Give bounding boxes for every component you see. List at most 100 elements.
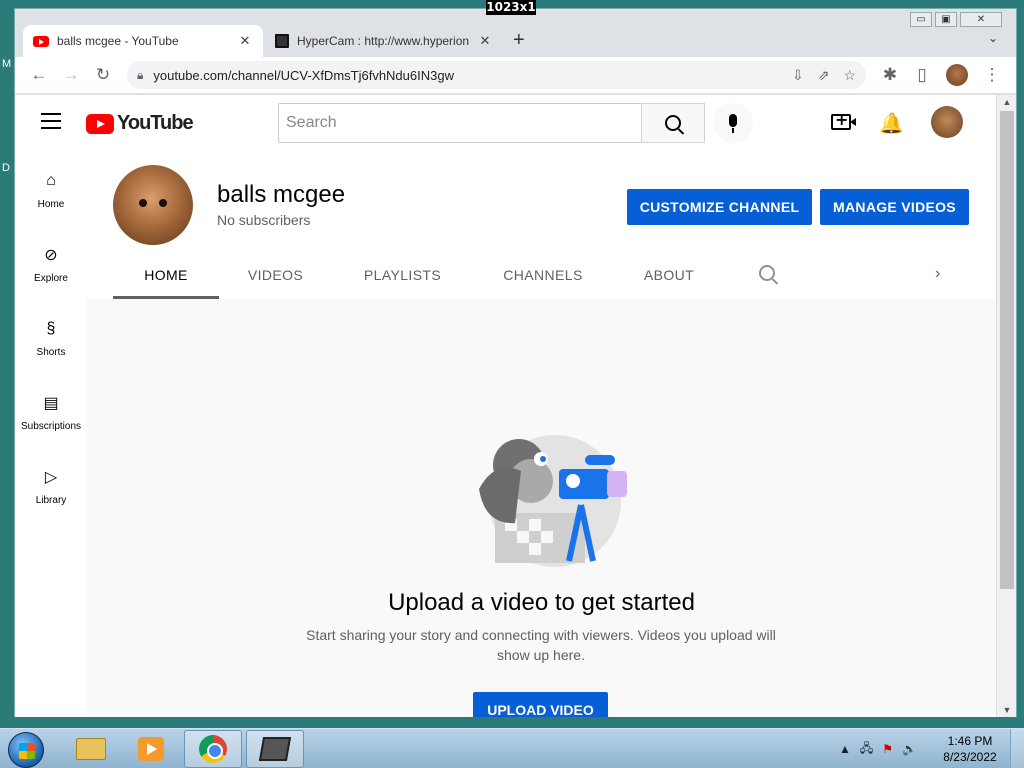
close-tab-icon[interactable]: ✕ <box>477 33 493 49</box>
taskbar-chrome[interactable] <box>184 730 242 768</box>
window-controls: ▭ ▣ ✕ <box>910 12 1002 27</box>
search-input[interactable]: Search <box>278 103 642 143</box>
home-icon: ⌂ <box>46 172 56 189</box>
hamburger-menu-icon[interactable] <box>41 113 61 134</box>
tab-youtube[interactable]: balls mcgee - YouTube ✕ <box>23 25 263 57</box>
channel-content: balls mcgee No subscribers CUSTOMIZE CHA… <box>87 151 996 717</box>
account-avatar[interactable] <box>931 106 963 138</box>
sidebar-item-label: Home <box>37 199 65 210</box>
sidebar-item-shorts[interactable]: § Shorts <box>15 299 87 373</box>
tab-search-button[interactable]: ⌄ <box>988 31 998 45</box>
youtube-play-icon <box>86 113 114 134</box>
show-desktop-button[interactable] <box>1010 729 1024 768</box>
tab-playlists[interactable]: PLAYLISTS <box>332 257 473 299</box>
clock-date: 8/23/2022 <box>943 750 997 764</box>
sidebar-item-explore[interactable]: ⊘ Explore <box>15 225 87 299</box>
channel-search-button[interactable] <box>759 265 779 285</box>
upload-video-button[interactable]: UPLOAD VIDEO <box>473 692 608 717</box>
youtube-logo[interactable]: YouTube <box>86 112 194 135</box>
reload-button[interactable]: ↻ <box>87 65 119 85</box>
youtube-page: YouTube Search 🔔 ⌂ Home ⊘ Explore § Shorts ▤ Su… <box>15 95 996 717</box>
action-center-flag-icon[interactable]: ⚑ <box>882 742 893 756</box>
search-icon <box>665 115 681 131</box>
browser-toolbar: ← → ↻ 🔒︎ youtube.com/channel/UCV-XfDmsTj… <box>15 57 1016 93</box>
sidebar-item-home[interactable]: ⌂ Home <box>15 151 87 225</box>
voice-search-button[interactable] <box>713 103 753 143</box>
folder-icon <box>76 738 106 760</box>
show-hidden-icons-icon[interactable]: ▲ <box>839 742 851 756</box>
lock-icon[interactable]: 🔒︎ <box>137 68 143 83</box>
extensions-icon[interactable]: ✱ <box>874 65 906 85</box>
empty-state-subtitle: Start sharing your story and connecting … <box>306 627 776 663</box>
desktop-glyph: D <box>2 162 10 174</box>
sidebar-item-subscriptions[interactable]: ▤ Subscriptions <box>15 373 87 447</box>
bookmark-star-icon[interactable]: ☆ <box>843 67 856 84</box>
hypercam-favicon-icon <box>275 34 289 48</box>
browser-window: ▭ ▣ ✕ balls mcgee - YouTube ✕ HyperCam :… <box>14 8 1017 717</box>
tab-videos[interactable]: VIDEOS <box>219 257 332 299</box>
scroll-down-icon[interactable]: ▼ <box>997 705 1017 715</box>
system-clock[interactable]: 1:46 PM 8/23/2022 <box>930 733 1010 765</box>
volume-icon[interactable]: 🔈 <box>902 742 917 756</box>
taskbar-media-player[interactable] <box>122 730 180 768</box>
customize-channel-button[interactable]: CUSTOMIZE CHANNEL <box>627 189 812 225</box>
taskbar-file-explorer[interactable] <box>62 730 120 768</box>
close-tab-icon[interactable]: ✕ <box>237 33 253 49</box>
close-window-button[interactable]: ✕ <box>960 12 1002 27</box>
start-button[interactable] <box>8 732 44 768</box>
sidebar-item-label: Library <box>35 495 67 506</box>
create-video-icon[interactable] <box>831 110 856 130</box>
back-button[interactable]: ← <box>23 65 55 85</box>
manage-videos-button[interactable]: MANAGE VIDEOS <box>820 189 969 225</box>
subscriptions-icon: ▤ <box>43 395 59 412</box>
address-bar[interactable]: 🔒︎ youtube.com/channel/UCV-XfDmsTj6fvhNd… <box>127 61 866 89</box>
windows-logo-icon <box>19 743 35 759</box>
subscriber-count: No subscribers <box>217 212 311 228</box>
resolution-overlay: 1023x1 <box>486 0 536 15</box>
search-icon <box>759 265 775 281</box>
side-panel-icon[interactable]: ▯ <box>906 65 938 85</box>
search-button[interactable] <box>641 103 705 143</box>
tab-strip: ▭ ▣ ✕ balls mcgee - YouTube ✕ HyperCam :… <box>15 9 1016 57</box>
media-player-icon <box>138 737 164 761</box>
tab-title: balls mcgee - YouTube <box>57 34 179 48</box>
scrollbar-thumb[interactable] <box>1000 111 1014 589</box>
new-tab-button[interactable]: + <box>513 29 525 52</box>
youtube-favicon-icon <box>33 35 49 47</box>
chevron-right-icon[interactable]: › <box>935 265 940 283</box>
logo-text: YouTube <box>117 112 194 134</box>
forward-button[interactable]: → <box>55 65 87 85</box>
tab-title: HyperCam : http://www.hyperion <box>297 34 470 48</box>
network-icon[interactable]: 🖧 <box>860 739 873 760</box>
notifications-bell-icon[interactable]: 🔔 <box>879 111 904 136</box>
tab-about[interactable]: ABOUT <box>613 257 725 299</box>
channel-header: balls mcgee No subscribers CUSTOMIZE CHA… <box>87 151 996 299</box>
sidebar-item-library[interactable]: ▷ Library <box>15 447 87 521</box>
shorts-icon: § <box>46 320 56 337</box>
library-icon: ▷ <box>44 469 58 486</box>
tab-channels[interactable]: CHANNELS <box>473 257 613 299</box>
browser-menu-icon[interactable]: ⋮ <box>976 65 1008 85</box>
chrome-icon <box>199 735 227 763</box>
explore-icon: ⊘ <box>44 247 58 264</box>
clock-time: 1:46 PM <box>947 734 993 748</box>
empty-state-title: Upload a video to get started <box>388 589 695 616</box>
channel-tabs: HOME VIDEOS PLAYLISTS CHANNELS ABOUT <box>113 257 725 299</box>
tab-hypercam[interactable]: HyperCam : http://www.hyperion ✕ <box>265 25 503 57</box>
share-icon[interactable]: ⇗ <box>818 67 830 84</box>
install-app-icon[interactable]: ⇩ <box>792 67 804 84</box>
profile-avatar[interactable] <box>946 64 968 86</box>
sidebar-item-label: Shorts <box>36 347 66 358</box>
camera-person-illustration <box>479 435 627 567</box>
scroll-up-icon[interactable]: ▲ <box>997 97 1017 107</box>
page-scrollbar[interactable]: ▲ ▼ <box>996 95 1016 717</box>
url-text[interactable]: youtube.com/channel/UCV-XfDmsTj6fvhNdu6I… <box>153 68 792 83</box>
minimize-button[interactable]: ▭ <box>910 12 932 27</box>
guide-sidebar: ⌂ Home ⊘ Explore § Shorts ▤ Subscriptions ▷ Libra… <box>15 151 87 717</box>
system-tray: ▲ 🖧 ⚑ 🔈 1:46 PM 8/23/2022 <box>839 729 1024 768</box>
tab-home[interactable]: HOME <box>113 257 219 299</box>
channel-avatar[interactable] <box>113 165 193 245</box>
taskbar-hypercam[interactable] <box>246 730 304 768</box>
restore-button[interactable]: ▣ <box>935 12 957 27</box>
desktop-glyph: M <box>2 58 12 70</box>
